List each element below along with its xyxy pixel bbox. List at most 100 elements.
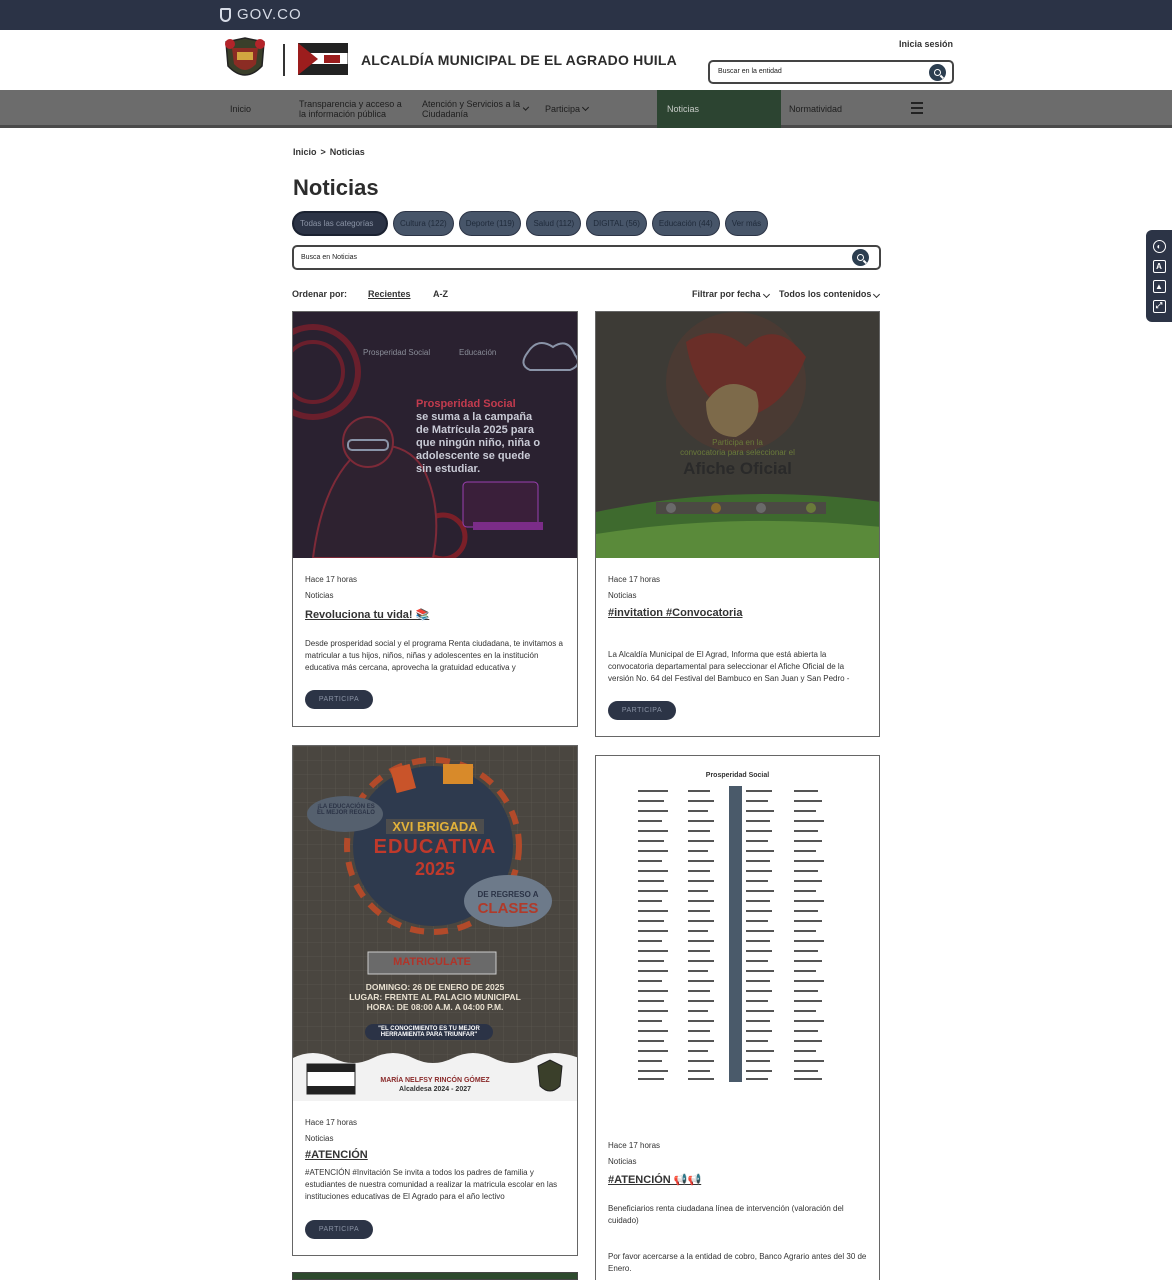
- nav-transparencia[interactable]: Transparencia y acceso a la información …: [299, 90, 409, 128]
- municipal-crest-icon[interactable]: [222, 36, 268, 86]
- image-toggle-icon[interactable]: ▲: [1152, 279, 1166, 293]
- news-search-placeholder: Busca en Noticias: [301, 254, 358, 261]
- participa-button[interactable]: PARTICIPA: [305, 1220, 373, 1239]
- image-line: MARÍA NELFSY RINCÓN GÓMEZ: [380, 1077, 490, 1084]
- news-search-input[interactable]: Busca en Noticias: [292, 245, 881, 270]
- entity-search-button[interactable]: [929, 64, 946, 81]
- gov-shield-icon: [220, 7, 231, 22]
- news-card-category: Noticias: [305, 1134, 334, 1143]
- news-card: Prosperidad Social Hace 17 horas Noticia…: [595, 755, 880, 1280]
- news-search-button[interactable]: [852, 249, 869, 266]
- news-card: Prosperidad Social Educación Prosperidad…: [292, 311, 578, 727]
- nav-normatividad[interactable]: Normatividad: [789, 90, 842, 128]
- login-link[interactable]: Inicia sesión: [899, 39, 953, 49]
- participa-button[interactable]: PARTICIPA: [305, 690, 373, 709]
- image-brand-right: Educación: [459, 348, 497, 357]
- chevron-down-icon: [762, 290, 770, 299]
- nav-transparencia-label: Transparencia y acceso a la información …: [299, 99, 402, 119]
- filter-all-content[interactable]: Todos los contenidos: [779, 289, 881, 299]
- nav-noticias[interactable]: Noticias: [657, 90, 781, 128]
- text-size-icon[interactable]: A: [1152, 259, 1166, 273]
- news-card-category: Noticias: [305, 591, 334, 600]
- image-caption: Participa en la convocatoria para selecc…: [596, 438, 879, 480]
- nav-inicio[interactable]: Inicio: [230, 90, 251, 128]
- breadcrumb: Inicio > Noticias: [293, 147, 365, 157]
- category-filters: Todas las categorías Cultura (122) Depor…: [292, 211, 769, 236]
- gov-co-link[interactable]: GOV.CO: [220, 6, 302, 23]
- news-card: ¡LA EDUCACIÓN ES EL MEJOR REGALO XVI BRI…: [292, 745, 578, 1256]
- sort-label: Ordenar por:: [292, 289, 348, 299]
- chip-salud[interactable]: Salud (112): [526, 211, 582, 236]
- entity-search-input[interactable]: Buscar en la entidad: [708, 60, 954, 84]
- sort-az[interactable]: A-Z: [433, 289, 448, 299]
- image-line: DOMINGO: 26 DE ENERO DE 2025: [365, 982, 505, 992]
- page-title: Noticias: [293, 175, 379, 200]
- participa-button[interactable]: PARTICIPA: [608, 701, 676, 720]
- chip-digital[interactable]: DIGITAL (56): [586, 211, 647, 236]
- site-title[interactable]: ALCALDÍA MUNICIPAL DE EL AGRADO HUILA: [361, 52, 677, 68]
- nav-participa-label: Participa: [545, 104, 581, 114]
- image-caption: XVI BRIGADA EDUCATIVA 2025: [293, 818, 577, 880]
- sort-bar: Ordenar por: Recientes A-Z Filtrar por f…: [292, 289, 881, 301]
- sort-recent[interactable]: Recientes: [368, 289, 411, 299]
- menu-hamburger-icon[interactable]: [911, 102, 923, 114]
- image-line: adolescente se quede: [416, 450, 531, 462]
- image-line: Prosperidad Social: [416, 398, 516, 410]
- nav-atencion[interactable]: Atención y Servicios a la Ciudadanía: [422, 90, 530, 128]
- image-header: Prosperidad Social: [705, 772, 770, 779]
- zoom-icon[interactable]: ⤢: [1152, 299, 1166, 313]
- news-card-description: Desde prosperidad social y el programa R…: [305, 639, 563, 672]
- entity-search-placeholder: Buscar en la entidad: [718, 68, 782, 75]
- news-card-image[interactable]: ¡LA EDUCACIÓN ES EL MEJOR REGALO XVI BRI…: [293, 746, 577, 1101]
- search-icon: [934, 69, 941, 76]
- image-line: 2025: [414, 859, 456, 879]
- chevron-down-icon: [581, 103, 590, 112]
- nav-atencion-label: Atención y Servicios a la Ciudadanía: [422, 99, 521, 119]
- image-back-to-school: DE REGRESO A CLASES: [469, 888, 547, 916]
- news-card-image[interactable]: Participa en la convocatoria para selecc…: [596, 312, 879, 558]
- image-signature: MARÍA NELFSY RINCÓN GÓMEZ Alcaldesa 2024…: [293, 1076, 577, 1094]
- chip-ver-mas[interactable]: Ver más: [724, 211, 769, 236]
- news-card-category: Noticias: [608, 591, 637, 600]
- news-card-time: Hace 17 horas: [608, 575, 661, 584]
- image-bubble: ¡LA EDUCACIÓN ES EL MEJOR REGALO: [317, 804, 375, 816]
- news-card-image[interactable]: Prosperidad Social Educación Prosperidad…: [293, 312, 577, 558]
- filter-by-date[interactable]: Filtrar por fecha: [692, 289, 770, 299]
- gov-label: GOV.CO: [237, 6, 302, 23]
- news-card-description: La Alcaldía Municipal de El Agrad, Infor…: [608, 650, 850, 683]
- chip-deporte[interactable]: Deporte (119): [458, 211, 522, 236]
- image-line: sin estudiar.: [416, 463, 481, 475]
- news-card-title[interactable]: #ATENCIÓN 📢📢: [608, 1173, 701, 1186]
- news-card-next[interactable]: [292, 1272, 578, 1280]
- header-divider: [283, 44, 285, 76]
- chevron-down-icon: [873, 290, 881, 299]
- image-line: Participa en la: [712, 438, 763, 447]
- breadcrumb-current: Noticias: [329, 147, 365, 157]
- news-card-category: Noticias: [608, 1157, 637, 1166]
- image-brand-left: Prosperidad Social: [363, 348, 431, 357]
- chip-all-categories[interactable]: Todas las categorías: [292, 211, 388, 236]
- image-line: EDUCATIVA: [373, 836, 497, 858]
- news-card-image[interactable]: Prosperidad Social: [596, 756, 879, 1096]
- news-card-time: Hace 17 horas: [305, 575, 358, 584]
- chip-cultura[interactable]: Cultura (122): [393, 211, 454, 236]
- breadcrumb-home[interactable]: Inicio: [293, 147, 317, 157]
- municipal-flag-icon: [298, 43, 348, 75]
- image-line: se suma a la campaña: [416, 411, 533, 423]
- nav-noticias-label: Noticias: [667, 104, 700, 114]
- news-card-time: Hace 17 horas: [305, 1118, 358, 1127]
- chip-educacion[interactable]: Educación (44): [651, 211, 720, 236]
- contrast-icon[interactable]: ◐: [1152, 239, 1166, 253]
- breadcrumb-separator: >: [320, 147, 326, 157]
- gov-bar: GOV.CO: [0, 0, 1172, 30]
- news-card-title[interactable]: #ATENCIÓN: [305, 1149, 368, 1161]
- image-line: Alcaldesa 2024 - 2027: [399, 1086, 471, 1093]
- news-card-description: #ATENCIÓN #Invitación Se invita a todos …: [305, 1168, 558, 1201]
- search-icon: [857, 254, 864, 261]
- image-cta: MATRICULATE: [393, 956, 471, 968]
- nav-participa[interactable]: Participa: [545, 90, 590, 128]
- accessibility-toolbar: ◐ A ▲ ⤢: [1146, 230, 1172, 322]
- news-card-title[interactable]: #invitation #Convocatoria: [608, 607, 742, 619]
- image-line: HORA: DE 08:00 A.M. A 04:00 P.M.: [366, 1002, 504, 1012]
- news-card-title[interactable]: Revoluciona tu vida! 📚: [305, 608, 429, 621]
